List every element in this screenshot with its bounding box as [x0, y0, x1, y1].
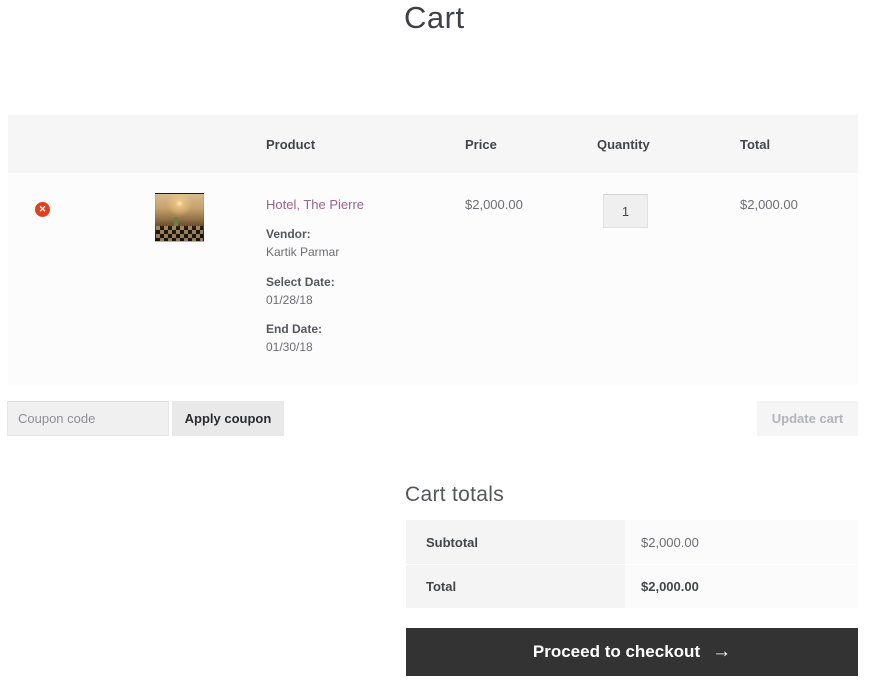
column-header-total: Total — [740, 137, 771, 152]
subtotal-label: Subtotal — [406, 520, 625, 564]
item-price: $2,000.00 — [465, 197, 523, 212]
end-date-value: 01/30/18 — [266, 340, 313, 354]
product-name-link[interactable]: Hotel, The Pierre — [266, 197, 364, 212]
close-icon: ✕ — [38, 204, 47, 214]
vendor-label: Vendor: — [266, 227, 311, 241]
end-date-label: End Date: — [266, 322, 323, 336]
product-thumbnail[interactable] — [155, 193, 204, 242]
cart-table-header: Product Price Quantity Total — [8, 115, 858, 173]
total-row: Total $2,000.00 — [406, 564, 858, 608]
cart-totals-heading: Cart totals — [405, 483, 504, 506]
apply-coupon-button[interactable]: Apply coupon — [172, 401, 284, 436]
quantity-input[interactable] — [603, 194, 648, 228]
column-header-quantity: Quantity — [597, 137, 650, 152]
thumbnail-floor — [156, 226, 203, 241]
total-label: Total — [406, 565, 625, 608]
checkout-button-label: Proceed to checkout — [532, 642, 701, 661]
subtotal-row: Subtotal $2,000.00 — [406, 520, 858, 564]
select-date-value: 01/28/18 — [266, 293, 313, 307]
vendor-value: Kartik Parmar — [266, 245, 340, 259]
arrow-right-icon: → — [712, 641, 732, 662]
remove-item-button[interactable]: ✕ — [35, 202, 50, 217]
coupon-code-input[interactable] — [7, 401, 169, 436]
update-cart-button[interactable]: Update cart — [757, 401, 858, 436]
total-value: $2,000.00 — [625, 565, 858, 608]
item-total: $2,000.00 — [740, 197, 798, 212]
page-title: Cart — [404, 0, 465, 35]
cart-table: Product Price Quantity Total ✕ Hotel, Th… — [8, 115, 858, 385]
cart-item-row: ✕ Hotel, The Pierre Vendor: Kartik Parma… — [8, 173, 858, 385]
column-header-product: Product — [266, 137, 316, 152]
cart-totals-table: Subtotal $2,000.00 Total $2,000.00 — [406, 520, 858, 608]
proceed-to-checkout-button[interactable]: Proceed to checkout → — [406, 628, 858, 676]
column-header-price: Price — [465, 137, 497, 152]
select-date-label: Select Date: — [266, 275, 335, 289]
subtotal-value: $2,000.00 — [625, 520, 858, 564]
